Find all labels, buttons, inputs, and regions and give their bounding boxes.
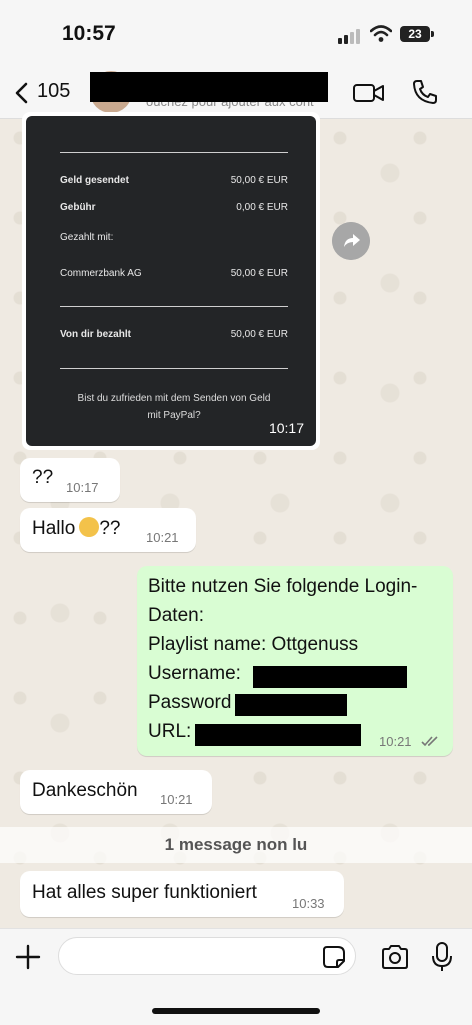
message-text: ?? <box>32 467 54 488</box>
receipt-value: 0,00 € EUR <box>236 202 288 213</box>
message-timestamp: 10:21 <box>146 530 179 545</box>
message-line: Username: <box>148 663 241 684</box>
plus-icon[interactable] <box>14 943 42 971</box>
redacted-url <box>195 724 361 746</box>
receipt-value: 50,00 € EUR <box>230 175 288 186</box>
wifi-icon <box>370 25 392 42</box>
phone-call-icon[interactable] <box>410 77 440 107</box>
status-time: 10:57 <box>62 22 116 45</box>
message-input[interactable] <box>58 937 356 975</box>
incoming-message[interactable]: Hallo?? 10:21 <box>20 508 196 552</box>
message-line: Bitte nutzen Sie folgende Login- <box>148 576 418 597</box>
back-chevron-icon[interactable] <box>8 78 38 108</box>
status-bar: 10:57 23 <box>0 0 472 68</box>
message-text-part: ?? <box>99 518 121 539</box>
receipt-label: Geld gesendet <box>60 175 129 186</box>
message-line: Playlist name: Ottgenuss <box>148 634 359 655</box>
incoming-message[interactable]: ?? 10:17 <box>20 458 120 502</box>
back-unread-count[interactable]: 105 <box>37 80 70 103</box>
incoming-message[interactable]: Dankeschön 10:21 <box>20 770 212 814</box>
unread-messages-banner: 1 message non lu <box>0 827 472 863</box>
receipt-label: Commerzbank AG <box>60 268 142 279</box>
receipt-divider <box>60 306 288 307</box>
message-timestamp: 10:17 <box>268 420 304 436</box>
battery-icon: 23 <box>400 26 430 42</box>
receipt-value: 50,00 € EUR <box>230 268 288 279</box>
camera-icon[interactable] <box>380 943 410 971</box>
microphone-icon[interactable] <box>430 941 454 973</box>
message-line: Password <box>148 692 232 713</box>
receipt-label: Gebühr <box>60 202 96 213</box>
cellular-signal-icon <box>338 29 360 44</box>
receipt-footer-line: mit PayPal? <box>147 410 201 421</box>
message-timestamp: 10:17 <box>66 480 99 495</box>
receipt-value: 50,00 € EUR <box>230 329 288 340</box>
read-ticks-icon <box>421 736 438 747</box>
message-line: URL: <box>148 721 192 742</box>
sticker-icon[interactable] <box>322 945 346 969</box>
message-composer <box>0 928 472 1025</box>
redacted-password <box>235 694 347 716</box>
receipt-divider <box>60 152 288 153</box>
forward-icon[interactable] <box>332 222 370 260</box>
contact-name-redacted[interactable] <box>90 72 328 102</box>
receipt-footer-line: Bist du zufrieden mit dem Senden von Gel… <box>77 393 271 404</box>
receipt-label: Von dir bezahlt <box>60 329 131 340</box>
message-timestamp: 10:21 <box>379 734 412 749</box>
emoji-icon <box>79 517 100 537</box>
message-line: Daten: <box>148 605 204 626</box>
message-text: Hallo?? <box>32 517 120 540</box>
receipt-label: Gezahlt mit: <box>60 232 114 243</box>
battery-tip <box>431 31 434 37</box>
message-timestamp: 10:33 <box>292 896 325 911</box>
message-text: Dankeschön <box>32 780 138 801</box>
incoming-message[interactable]: Hat alles super funktioniert 10:33 <box>20 871 344 917</box>
home-indicator <box>152 1008 320 1014</box>
message-text-part: Hallo <box>32 518 76 539</box>
video-call-icon[interactable] <box>352 78 386 108</box>
message-timestamp: 10:21 <box>160 792 193 807</box>
receipt-divider <box>60 368 288 369</box>
image-message[interactable]: Geld gesendet 50,00 € EUR Gebühr 0,00 € … <box>22 112 320 450</box>
redacted-username <box>253 666 407 688</box>
message-text: Hat alles super funktioniert <box>32 882 257 903</box>
paypal-receipt-image: Geld gesendet 50,00 € EUR Gebühr 0,00 € … <box>26 116 316 446</box>
outgoing-message[interactable]: Bitte nutzen Sie folgende Login- Daten: … <box>137 566 453 756</box>
receipt-footer: Bist du zufrieden mit dem Senden von Gel… <box>46 390 302 424</box>
